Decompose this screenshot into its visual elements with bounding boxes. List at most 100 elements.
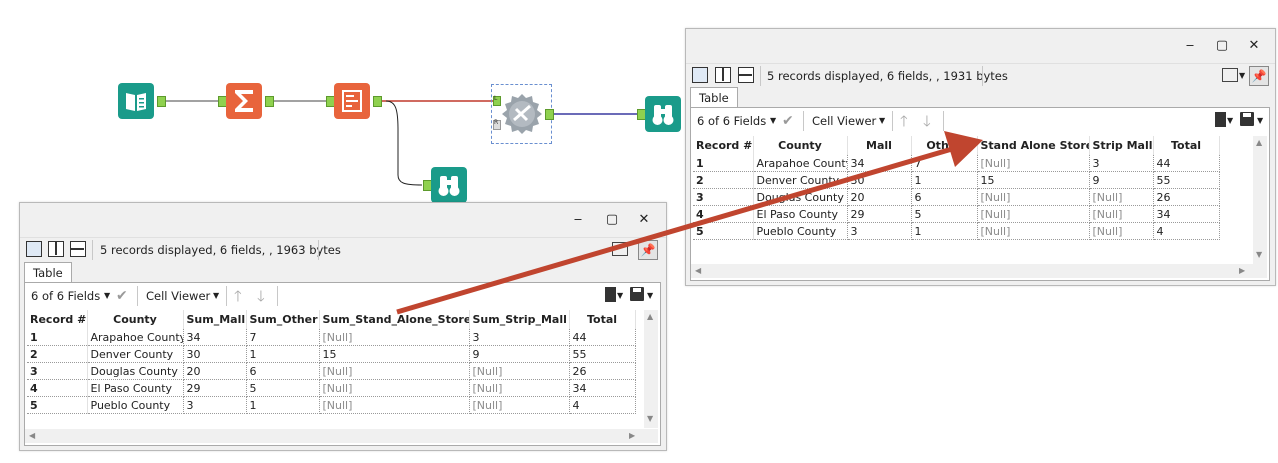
vertical-split-layout-icon[interactable] <box>48 241 64 257</box>
table-cell[interactable]: [Null] <box>469 396 570 414</box>
scroll-down-icon[interactable]: ▼ <box>1256 250 1262 259</box>
copy-icon[interactable] <box>605 287 616 302</box>
table-cell[interactable]: 1 <box>246 345 320 363</box>
minimize-button[interactable]: ‒ <box>1182 39 1198 53</box>
table-cell[interactable]: Denver County <box>87 345 184 363</box>
table-cell[interactable]: Pueblo County <box>753 222 848 240</box>
table-cell[interactable]: Pueblo County <box>87 396 184 414</box>
chevron-down-icon[interactable]: ▼ <box>617 291 623 300</box>
output-anchor[interactable] <box>545 109 554 120</box>
table-cell[interactable]: 20 <box>847 188 912 206</box>
horizontal-scrollbar[interactable]: ◀ ▶ <box>25 429 658 443</box>
vertical-scrollbar[interactable]: ▲ ▼ <box>644 310 658 428</box>
column-header[interactable]: Sum_Other <box>246 310 320 329</box>
table-cell[interactable]: 20 <box>183 362 247 380</box>
table-cell[interactable]: 30 <box>847 171 912 189</box>
table-row[interactable]: 4 El Paso County 29 5 [Null] [Null] 34 <box>27 379 636 397</box>
horizontal-split-layout-icon[interactable] <box>738 67 754 83</box>
add-window-icon[interactable] <box>612 242 628 256</box>
maximize-button[interactable]: ▢ <box>604 213 620 227</box>
table-cell[interactable]: [Null] <box>977 188 1090 206</box>
window-titlebar[interactable]: ‒ ▢ ✕ <box>20 203 666 237</box>
summarize-tool[interactable] <box>226 83 262 119</box>
browse-tool-bottom[interactable] <box>431 167 467 203</box>
chevron-down-icon[interactable]: ▼ <box>104 291 110 300</box>
table-cell[interactable]: 3 <box>469 329 570 346</box>
browse-tool-right[interactable] <box>645 96 681 132</box>
column-header[interactable]: Record # <box>693 136 754 155</box>
column-header[interactable]: Stand Alone Store <box>977 136 1090 155</box>
checkmark-icon[interactable]: ✔ <box>782 113 794 129</box>
chevron-down-icon[interactable]: ▼ <box>1227 116 1233 125</box>
column-header[interactable]: Strip Mall <box>1089 136 1154 155</box>
column-header[interactable]: Sum_Strip_Mall <box>469 310 570 329</box>
table-cell[interactable]: 9 <box>1089 171 1154 189</box>
column-header[interactable]: Total <box>569 310 636 329</box>
fields-dropdown[interactable]: 6 of 6 Fields <box>31 289 100 303</box>
output-anchor[interactable] <box>265 96 274 107</box>
table-cell[interactable]: 9 <box>469 345 570 363</box>
chevron-down-icon[interactable]: ▼ <box>1257 116 1263 125</box>
record-number-cell[interactable]: 2 <box>27 345 88 363</box>
column-header[interactable]: County <box>753 136 848 155</box>
table-cell[interactable]: 3 <box>183 396 247 414</box>
table-cell[interactable]: 34 <box>183 329 247 346</box>
table-cell[interactable]: El Paso County <box>87 379 184 397</box>
column-header[interactable]: Total <box>1153 136 1220 155</box>
single-pane-layout-icon[interactable] <box>692 67 708 83</box>
table-cell[interactable]: [Null] <box>1089 222 1154 240</box>
table-row[interactable]: 4 El Paso County 29 5 [Null] [Null] 34 <box>693 205 1220 223</box>
table-cell[interactable]: [Null] <box>469 362 570 380</box>
column-header[interactable]: Sum_Stand_Alone_Store <box>319 310 470 329</box>
table-cell[interactable]: 7 <box>911 155 978 172</box>
vertical-scrollbar[interactable]: ▲ ▼ <box>1253 136 1267 264</box>
table-cell[interactable]: 44 <box>569 329 636 346</box>
table-row[interactable]: 1 Arapahoe County 34 7 [Null] 3 44 <box>693 155 1220 172</box>
record-number-cell[interactable]: 5 <box>693 222 754 240</box>
column-header[interactable]: Record # <box>27 310 88 329</box>
close-button[interactable]: ✕ <box>636 213 652 227</box>
table-cell[interactable]: 15 <box>319 345 470 363</box>
scroll-left-icon[interactable]: ◀ <box>29 431 35 440</box>
results-table[interactable]: Record # County Sum_Mall Sum_Other Sum_Stand… <box>27 310 636 414</box>
column-header[interactable]: County <box>87 310 184 329</box>
input-data-tool[interactable] <box>118 83 154 119</box>
checkmark-icon[interactable]: ✔ <box>116 288 128 304</box>
table-cell[interactable]: 3 <box>1089 155 1154 172</box>
table-cell[interactable]: 26 <box>569 362 636 380</box>
chevron-down-icon[interactable]: ▼ <box>879 116 885 125</box>
cross-tab-tool[interactable] <box>500 92 544 136</box>
single-pane-layout-icon[interactable] <box>26 241 42 257</box>
table-cell[interactable]: 55 <box>569 345 636 363</box>
results-window-left[interactable]: ‒ ▢ ✕ 5 records displayed, 6 fields, , 1… <box>19 202 667 451</box>
table-cell[interactable]: 6 <box>911 188 978 206</box>
table-cell[interactable]: 30 <box>183 345 247 363</box>
table-cell[interactable]: 4 <box>1153 222 1220 240</box>
table-cell[interactable]: 1 <box>911 222 978 240</box>
sort-down-icon[interactable]: 🡓 <box>257 286 265 311</box>
table-cell[interactable]: Arapahoe County <box>753 155 848 172</box>
window-titlebar[interactable]: ‒ ▢ ✕ <box>686 29 1275 63</box>
vertical-split-layout-icon[interactable] <box>715 67 731 83</box>
pin-icon[interactable]: 📌 <box>638 240 658 260</box>
tab-table[interactable]: Table <box>690 87 738 108</box>
table-cell[interactable]: 3 <box>847 222 912 240</box>
output-anchor[interactable] <box>373 96 382 107</box>
pin-icon[interactable]: 📌 <box>1249 66 1269 86</box>
table-cell[interactable]: 5 <box>911 205 978 223</box>
table-row[interactable]: 5 Pueblo County 3 1 [Null] [Null] 4 <box>693 222 1220 240</box>
table-cell[interactable]: 34 <box>847 155 912 172</box>
column-header[interactable]: Mall <box>847 136 912 155</box>
record-number-cell[interactable]: 2 <box>693 171 754 189</box>
table-cell[interactable]: 1 <box>246 396 320 414</box>
minimize-button[interactable]: ‒ <box>570 213 586 227</box>
table-cell[interactable]: [Null] <box>469 379 570 397</box>
table-cell[interactable]: 5 <box>246 379 320 397</box>
connector-formula-browse[interactable] <box>385 100 423 186</box>
table-cell[interactable]: 1 <box>911 171 978 189</box>
table-cell[interactable]: [Null] <box>977 222 1090 240</box>
table-row[interactable]: 2 Denver County 30 1 15 9 55 <box>27 345 636 363</box>
cell-viewer-dropdown[interactable]: Cell Viewer <box>146 289 210 303</box>
table-cell[interactable]: [Null] <box>1089 205 1154 223</box>
scroll-down-icon[interactable]: ▼ <box>647 414 653 423</box>
